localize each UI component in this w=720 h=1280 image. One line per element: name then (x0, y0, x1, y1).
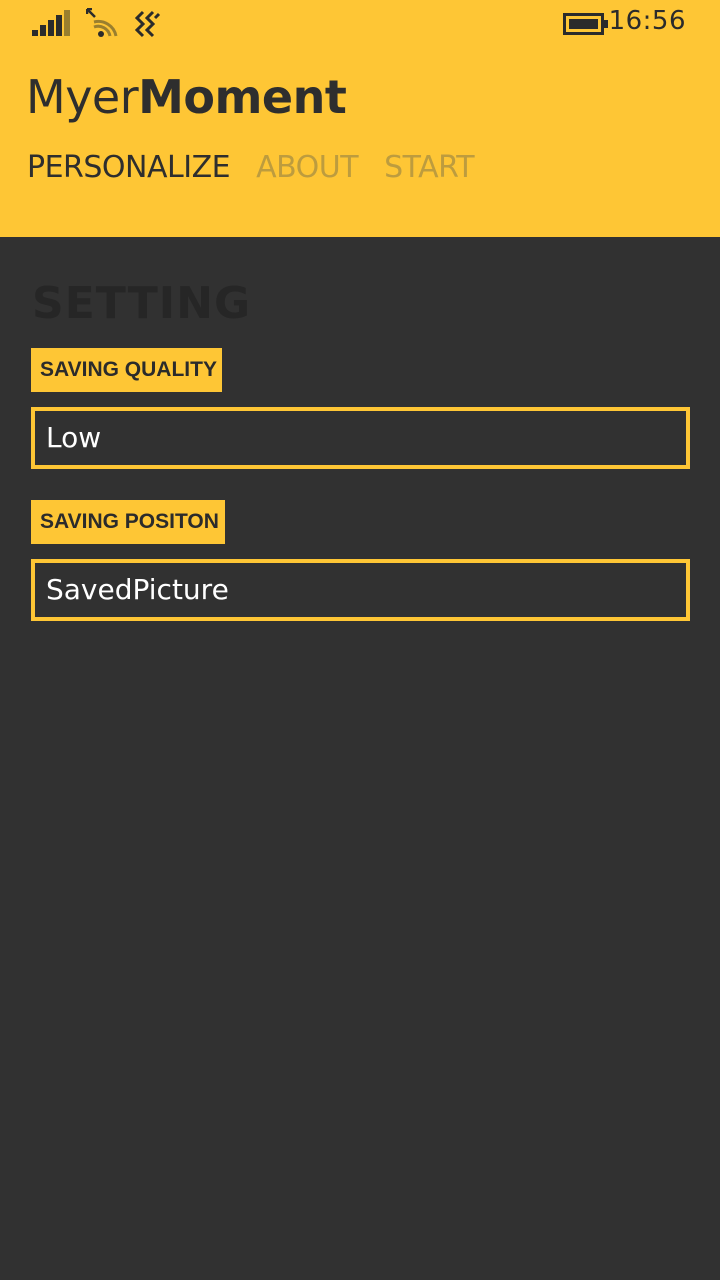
status-bar: 16:56 (0, 0, 720, 48)
vibrate-icon (133, 10, 161, 42)
signal-icon (32, 10, 74, 40)
app-title-light: Myer (26, 70, 139, 124)
saving-position-select[interactable]: SavedPicture (31, 559, 690, 621)
tab-bar: PERSONALIZE ABOUT START (27, 150, 475, 185)
app-title-bold: Moment (138, 70, 347, 124)
status-time: 16:56 (608, 6, 686, 36)
tab-about[interactable]: ABOUT (256, 150, 358, 185)
saving-position-label: SAVING POSITON (31, 500, 225, 544)
app-title: MyerMoment (26, 70, 347, 124)
tab-start[interactable]: START (384, 150, 475, 185)
app-header: 16:56 MyerMoment PERSONALIZE ABOUT START (0, 0, 720, 237)
saving-quality-select[interactable]: Low (31, 407, 690, 469)
tab-personalize[interactable]: PERSONALIZE (27, 150, 231, 185)
battery-icon (563, 13, 609, 39)
wifi-icon (85, 7, 120, 42)
section-title: SETTING (32, 278, 252, 329)
app-screen: 16:56 MyerMoment PERSONALIZE ABOUT START… (0, 0, 720, 1280)
saving-quality-label: SAVING QUALITY (31, 348, 222, 392)
